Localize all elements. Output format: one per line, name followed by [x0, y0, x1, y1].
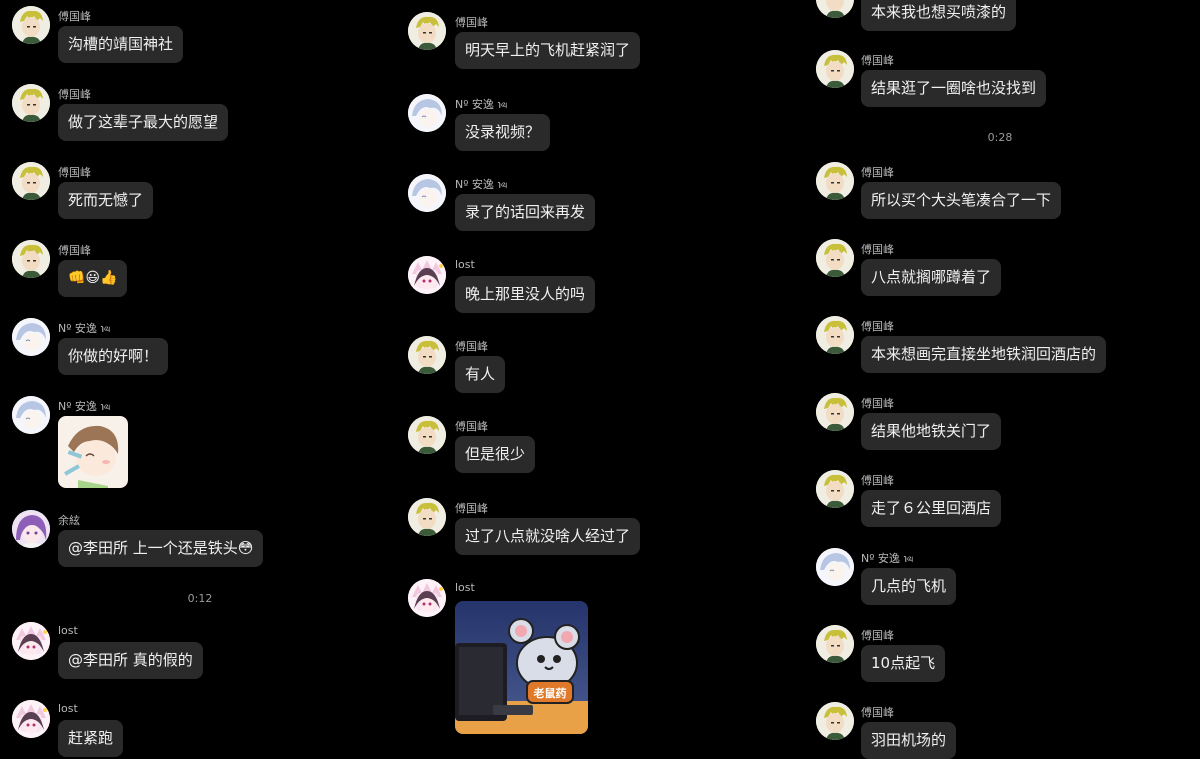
message-bubble[interactable]: 赶紧跑: [58, 720, 124, 757]
message-bubble[interactable]: 结果他地铁关门了: [861, 413, 1002, 450]
message-bubble[interactable]: 有人: [455, 356, 506, 393]
sender-name: Nº 安逸 ℩ᤓ: [455, 178, 508, 191]
chat-column-2: 傅国峰 明天早上的飞机赶紧润了 Nº 安逸 ℩ᤓ 没录视频？ Nº 安逸 ℩ᤓ …: [400, 0, 800, 752]
message-bubble[interactable]: 羽田机场的: [861, 722, 957, 759]
sender-name: 傅国峰: [58, 10, 91, 23]
sender-name: 傅国峰: [861, 54, 894, 67]
sender-name: 傅国峰: [58, 244, 91, 257]
sender-name: lost: [455, 581, 475, 594]
message-bubble[interactable]: 结果逛了一圈啥也没找到: [861, 70, 1047, 107]
sender-name: 傅国峰: [455, 502, 488, 515]
message-bubble[interactable]: @李田所 真的假的: [58, 642, 203, 679]
avatar[interactable]: [12, 510, 50, 548]
message-bubble[interactable]: 你做的好啊！: [58, 338, 169, 375]
sender-name: 傅国峰: [58, 166, 91, 179]
message-bubble[interactable]: 沟槽的靖国神社: [58, 26, 184, 63]
sticker-image[interactable]: [58, 416, 128, 488]
message-bubble[interactable]: 👊😃👍: [58, 260, 128, 297]
avatar[interactable]: [408, 498, 446, 536]
avatar[interactable]: [408, 336, 446, 374]
avatar[interactable]: [816, 470, 854, 508]
message-bubble[interactable]: 但是很少: [455, 436, 536, 473]
message-bubble[interactable]: 所以买个大头笔凑合了一下: [861, 182, 1062, 219]
sender-name: 傅国峰: [455, 16, 488, 29]
avatar[interactable]: [12, 622, 50, 660]
sender-name: Nº 安逸 ℩ᤓ: [861, 552, 914, 565]
avatar[interactable]: [12, 700, 50, 738]
avatar[interactable]: [816, 625, 854, 663]
avatar[interactable]: [12, 6, 50, 44]
sender-name: lost: [58, 702, 78, 715]
sender-name: Nº 安逸 ℩ᤓ: [58, 400, 111, 413]
message-bubble[interactable]: 本来想画完直接坐地铁润回酒店的: [861, 336, 1107, 373]
avatar[interactable]: [12, 162, 50, 200]
timestamp-divider: 0:12: [187, 592, 213, 605]
avatar[interactable]: [816, 239, 854, 277]
sender-name: 傅国峰: [455, 340, 488, 353]
sender-name: 傅国峰: [58, 88, 91, 101]
avatar[interactable]: [408, 174, 446, 212]
sender-name: 傅国峰: [861, 706, 894, 719]
avatar[interactable]: [12, 240, 50, 278]
sticker-image[interactable]: 老鼠药: [455, 601, 588, 734]
avatar[interactable]: [12, 84, 50, 122]
avatar[interactable]: [12, 318, 50, 356]
sender-name: lost: [455, 258, 475, 271]
avatar[interactable]: [408, 416, 446, 454]
sender-name: 傅国峰: [861, 629, 894, 642]
sender-name: 傅国峰: [861, 243, 894, 256]
message-bubble[interactable]: 10点起飞: [861, 645, 946, 682]
avatar[interactable]: [816, 0, 854, 18]
sender-name: Nº 安逸 ℩ᤓ: [455, 98, 508, 111]
message-bubble[interactable]: 晚上那里没人的吗: [455, 276, 596, 313]
timestamp-divider: 0:28: [987, 131, 1013, 144]
chat-column-3: 本来我也想买喷漆的 傅国峰 结果逛了一圈啥也没找到 0:28 傅国峰 所以买个大…: [800, 0, 1200, 759]
avatar[interactable]: [408, 256, 446, 294]
sender-name: 余絃: [58, 514, 80, 527]
message-bubble[interactable]: 做了这辈子最大的愿望: [58, 104, 229, 141]
message-bubble[interactable]: 本来我也想买喷漆的: [861, 0, 1017, 31]
message-bubble[interactable]: 死而无憾了: [58, 182, 154, 219]
avatar[interactable]: [408, 12, 446, 50]
avatar[interactable]: [408, 94, 446, 132]
message-bubble[interactable]: 录了的话回来再发: [455, 194, 596, 231]
sender-name: lost: [58, 624, 78, 637]
sender-name: 傅国峰: [861, 320, 894, 333]
sender-name: 傅国峰: [861, 397, 894, 410]
sender-name: 傅国峰: [861, 166, 894, 179]
message-bubble[interactable]: 八点就搁哪蹲着了: [861, 259, 1002, 296]
avatar[interactable]: [408, 579, 446, 617]
avatar[interactable]: [816, 162, 854, 200]
message-bubble[interactable]: 明天早上的飞机赶紧润了: [455, 32, 641, 69]
sender-name: 傅国峰: [861, 474, 894, 487]
avatar[interactable]: [12, 396, 50, 434]
message-bubble[interactable]: 没录视频？: [455, 114, 551, 151]
avatar[interactable]: [816, 316, 854, 354]
chat-column-1: 傅国峰 沟槽的靖国神社 傅国峰 做了这辈子最大的愿望 傅国峰 死而无憾了 傅国峰…: [0, 0, 400, 757]
message-bubble[interactable]: @李田所 上一个还是铁头😳: [58, 530, 264, 567]
sender-name: 傅国峰: [455, 420, 488, 433]
message-bubble[interactable]: 几点的飞机: [861, 568, 957, 605]
avatar[interactable]: [816, 548, 854, 586]
avatar[interactable]: [816, 50, 854, 88]
sticker-label: 老鼠药: [533, 686, 567, 700]
message-bubble[interactable]: 过了八点就没啥人经过了: [455, 518, 641, 555]
avatar[interactable]: [816, 702, 854, 740]
avatar[interactable]: [816, 393, 854, 431]
message-bubble[interactable]: 走了６公里回酒店: [861, 490, 1002, 527]
sender-name: Nº 安逸 ℩ᤓ: [58, 322, 111, 335]
